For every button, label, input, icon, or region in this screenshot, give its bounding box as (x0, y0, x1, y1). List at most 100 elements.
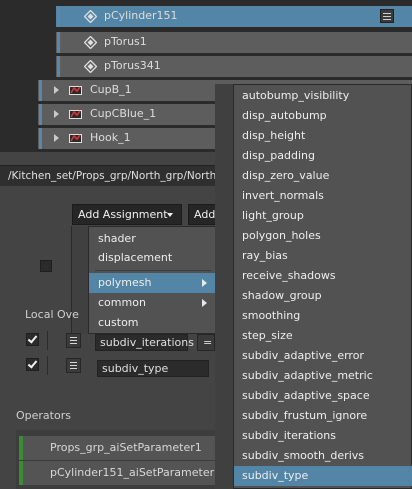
operator-selector[interactable]: = (197, 334, 215, 351)
mesh-node-icon (69, 86, 82, 95)
outliner-row-label: pTorus1 (104, 35, 147, 48)
menu-separator (95, 270, 211, 271)
menu-item-shadow-group[interactable]: shadow_group (234, 286, 412, 306)
attribute-menu-gutter (215, 84, 233, 489)
menu-item-subdiv-adaptive-space[interactable]: subdiv_adaptive_space (234, 386, 412, 406)
menu-item-displacement[interactable]: displacement (89, 248, 215, 268)
transform-node-icon (84, 10, 97, 23)
polymesh-attribute-menu: autobump_visibility disp_autobump disp_h… (233, 84, 412, 489)
override-attribute-text: subdiv_iterations (100, 336, 194, 349)
menu-item-polygon-holes[interactable]: polygon_holes (234, 226, 412, 246)
divider (47, 331, 48, 350)
menu-item-label: shader (98, 232, 136, 245)
outliner-row-pcylinder151[interactable]: pCylinder151 (0, 6, 412, 27)
outliner-indent (0, 32, 56, 53)
menu-item-label: step_size (242, 329, 293, 342)
operators-title: Operators (16, 409, 71, 422)
menu-item-label: common (98, 296, 146, 309)
submenu-arrow-icon (202, 299, 207, 307)
collection-path-text: /Kitchen_set/Props_grp/North_grp/North (8, 170, 217, 182)
expand-arrow-icon[interactable] (54, 86, 59, 94)
override-attribute-text: subdiv_type (102, 362, 169, 375)
menu-item-label: subdiv_iterations (242, 429, 336, 442)
outliner-indent (0, 104, 38, 125)
menu-item-subdiv-smooth-derivs[interactable]: subdiv_smooth_derivs (234, 446, 412, 466)
expand-arrow-icon[interactable] (54, 110, 59, 118)
assignment-menu: shader displacement polymesh common cust… (88, 226, 216, 334)
add-button-label: Add (194, 208, 216, 221)
outliner-row-label: CupCBlue_1 (90, 107, 157, 120)
divider (47, 356, 48, 375)
menu-item-label: polymesh (98, 276, 152, 289)
menu-item-label: disp_height (242, 129, 306, 142)
add-assignment-label: Add Assignment (78, 208, 168, 221)
mesh-node-icon (69, 110, 82, 119)
menu-item-step-size[interactable]: step_size (234, 326, 412, 346)
hierarchy-bar (39, 80, 42, 101)
menu-item-ray-bias[interactable]: ray_bias (234, 246, 412, 266)
outliner-row-ptorus341[interactable]: pTorus341 (0, 56, 412, 77)
menu-item-shader[interactable]: shader (89, 229, 215, 249)
hierarchy-bar (39, 104, 42, 125)
menu-item-subdiv-adaptive-metric[interactable]: subdiv_adaptive_metric (234, 366, 412, 386)
menu-item-custom[interactable]: custom (89, 313, 215, 333)
menu-item-disp-padding[interactable]: disp_padding (234, 146, 412, 166)
override-attribute-field-2[interactable]: subdiv_type (97, 360, 209, 377)
collection-path-field[interactable]: /Kitchen_set/Props_grp/North_grp/North (0, 165, 218, 186)
menu-item-label: displacement (98, 251, 173, 264)
color-swatch[interactable] (40, 260, 52, 272)
attribute-menu-icon[interactable] (66, 358, 81, 373)
checkmark-icon (27, 333, 38, 344)
outliner-indent (0, 80, 38, 101)
override-checkbox-2[interactable] (26, 358, 39, 371)
menu-item-subdiv-iterations[interactable]: subdiv_iterations (234, 426, 412, 446)
menu-item-label: subdiv_adaptive_metric (242, 369, 373, 382)
override-attribute-field-1[interactable]: subdiv_iterations (95, 334, 194, 351)
add-assignment-button[interactable]: Add Assignment (72, 204, 182, 225)
menu-item-polymesh[interactable]: polymesh (89, 273, 215, 293)
menu-item-autobump-visibility[interactable]: autobump_visibility (234, 86, 412, 106)
outliner-row-menu-icon[interactable] (380, 9, 394, 23)
menu-item-invert-normals[interactable]: invert_normals (234, 186, 412, 206)
menu-item-subdiv-frustum-ignore[interactable]: subdiv_frustum_ignore (234, 406, 412, 426)
menu-item-label: shadow_group (242, 289, 322, 302)
menu-item-disp-autobump[interactable]: disp_autobump (234, 106, 412, 126)
menu-item-label: ray_bias (242, 249, 288, 262)
operator-enabled-indicator (19, 436, 23, 460)
menu-item-label: polygon_holes (242, 229, 321, 242)
menu-item-smoothing[interactable]: smoothing (234, 306, 412, 326)
add-button[interactable]: Add (188, 204, 218, 225)
menu-item-label: light_group (242, 209, 304, 222)
operator-row-1[interactable]: Props_grp_aiSetParameter1 (19, 436, 216, 460)
operator-enabled-indicator (19, 461, 23, 485)
menu-item-disp-height[interactable]: disp_height (234, 126, 412, 146)
menu-item-label: disp_autobump (242, 109, 327, 122)
menu-item-label: subdiv_frustum_ignore (242, 409, 368, 422)
transform-node-icon (84, 36, 97, 49)
transform-node-icon (84, 60, 97, 73)
menu-item-label: smoothing (242, 309, 301, 322)
submenu-arrow-icon (202, 279, 207, 287)
menu-item-disp-zero-value[interactable]: disp_zero_value (234, 166, 412, 186)
dropdown-caret-icon (167, 213, 173, 217)
expand-arrow-icon[interactable] (54, 134, 59, 142)
menu-item-subdiv-type[interactable]: subdiv_type (234, 466, 412, 486)
operator-label: Props_grp_aiSetParameter1 (50, 441, 202, 454)
menu-item-receive-shadows[interactable]: receive_shadows (234, 266, 412, 286)
menu-item-common[interactable]: common (89, 293, 215, 313)
menu-item-label: subdiv_adaptive_error (242, 349, 364, 362)
outliner-indent (0, 56, 56, 77)
outliner-indent (0, 6, 56, 27)
outliner-indent (0, 128, 38, 149)
attribute-menu-icon[interactable] (66, 333, 81, 348)
menu-item-light-group[interactable]: light_group (234, 206, 412, 226)
menu-item-subdiv-adaptive-error[interactable]: subdiv_adaptive_error (234, 346, 412, 366)
outliner-row-label: pTorus341 (104, 59, 161, 72)
hierarchy-bar (57, 6, 60, 27)
operator-row-2[interactable]: pCylinder151_aiSetParameter1 (19, 461, 221, 485)
operator-label: pCylinder151_aiSetParameter1 (50, 466, 222, 479)
menu-item-label: autobump_visibility (242, 89, 350, 102)
outliner-row-ptorus1[interactable]: pTorus1 (0, 32, 412, 53)
outliner-row-label: Hook_1 (90, 131, 131, 144)
override-checkbox-1[interactable] (26, 333, 39, 346)
